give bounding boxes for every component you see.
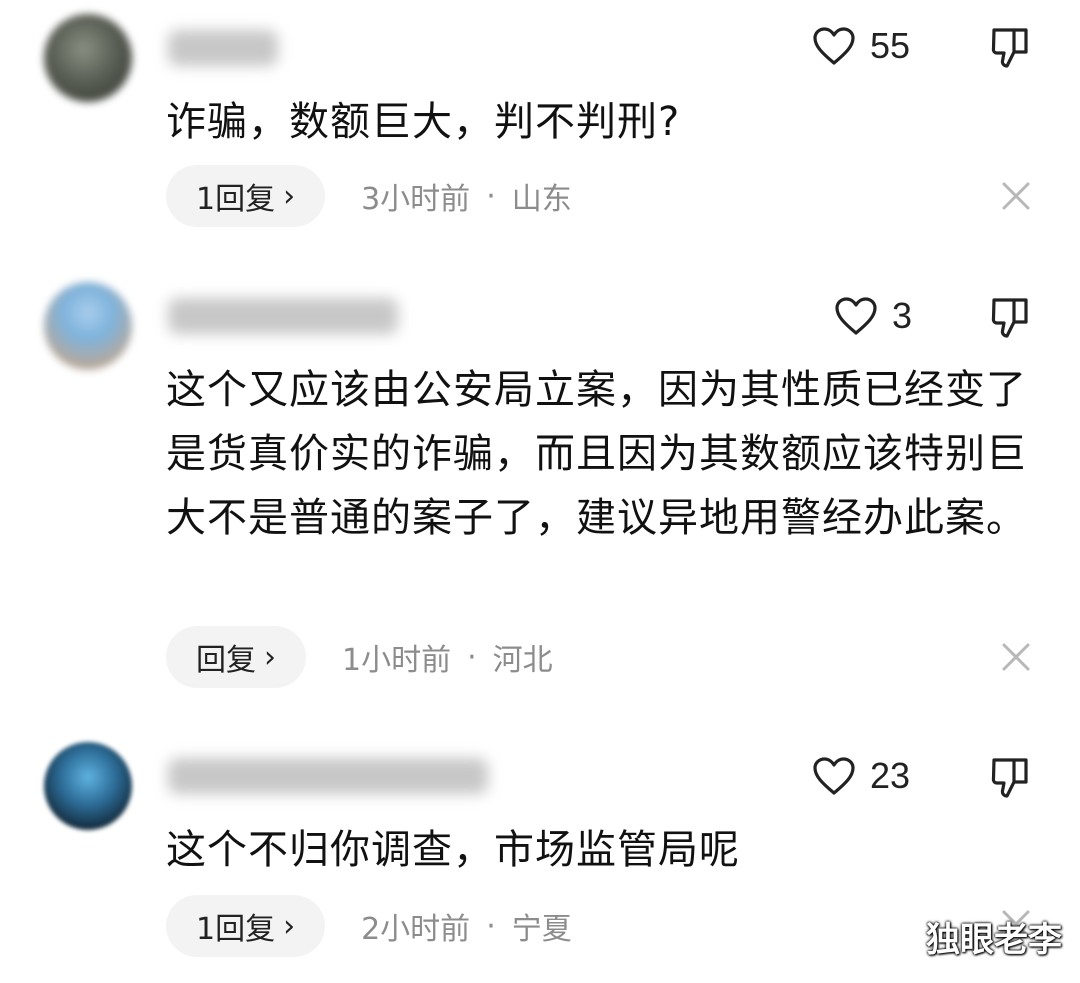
comment-location: 宁夏 — [511, 912, 572, 947]
like-count: 55 — [870, 25, 911, 66]
comment-location: 山东 — [511, 182, 572, 217]
comment-meta: 回复 › 1小时前 · 河北 — [166, 626, 553, 688]
username-blurred[interactable] — [168, 758, 488, 794]
reply-button[interactable]: 回复 › — [166, 626, 306, 688]
watermark-text: 独眼老李 — [926, 920, 1062, 960]
thumbs-down-icon[interactable] — [990, 296, 1030, 340]
comment-meta: 1回复 › 3小时前 · 山东 — [166, 165, 572, 227]
thumbs-down-icon[interactable] — [990, 756, 1030, 800]
reply-label: 1回复 — [196, 182, 276, 217]
comment-time: 2小时前 — [361, 912, 471, 947]
heart-icon — [813, 27, 855, 65]
comment-time: 1小时前 — [342, 643, 452, 678]
reply-button[interactable]: 1回复 › — [166, 895, 326, 957]
username-blurred[interactable] — [168, 298, 398, 334]
chevron-right-icon: › — [264, 639, 276, 675]
meta-separator: · — [467, 639, 477, 675]
close-icon[interactable] — [1000, 641, 1032, 673]
heart-icon — [835, 297, 877, 335]
avatar[interactable] — [44, 282, 132, 370]
reply-label: 回复 — [196, 643, 256, 678]
comment-text: 这个又应该由公安局立案，因为其性质已经变了是货真价实的诈骗，而且因为其数额应该特… — [166, 367, 1027, 541]
avatar[interactable] — [44, 742, 132, 830]
comment-meta: 1回复 › 2小时前 · 宁夏 — [166, 895, 572, 957]
comment-text: 诈骗，数额巨大，判不判刑? — [166, 99, 681, 145]
avatar[interactable] — [44, 14, 132, 102]
like-count: 3 — [892, 295, 913, 336]
heart-icon — [813, 757, 855, 795]
meta-separator: · — [486, 178, 496, 214]
thumbs-down-icon[interactable] — [990, 26, 1030, 70]
comment-text: 这个不归你调查，市场监管局呢 — [166, 827, 740, 873]
close-icon[interactable] — [1000, 180, 1032, 212]
comment-time: 3小时前 — [361, 182, 471, 217]
reply-label: 1回复 — [196, 912, 276, 947]
username-blurred[interactable] — [168, 30, 278, 66]
chevron-right-icon: › — [283, 178, 296, 214]
meta-separator: · — [486, 908, 496, 944]
chevron-right-icon: › — [283, 908, 296, 944]
like-count: 23 — [870, 755, 911, 796]
like-button[interactable]: 3 — [834, 286, 912, 346]
like-button[interactable]: 55 — [812, 16, 910, 76]
like-button[interactable]: 23 — [812, 746, 910, 806]
comment-location: 河北 — [492, 643, 553, 678]
reply-button[interactable]: 1回复 › — [166, 165, 326, 227]
